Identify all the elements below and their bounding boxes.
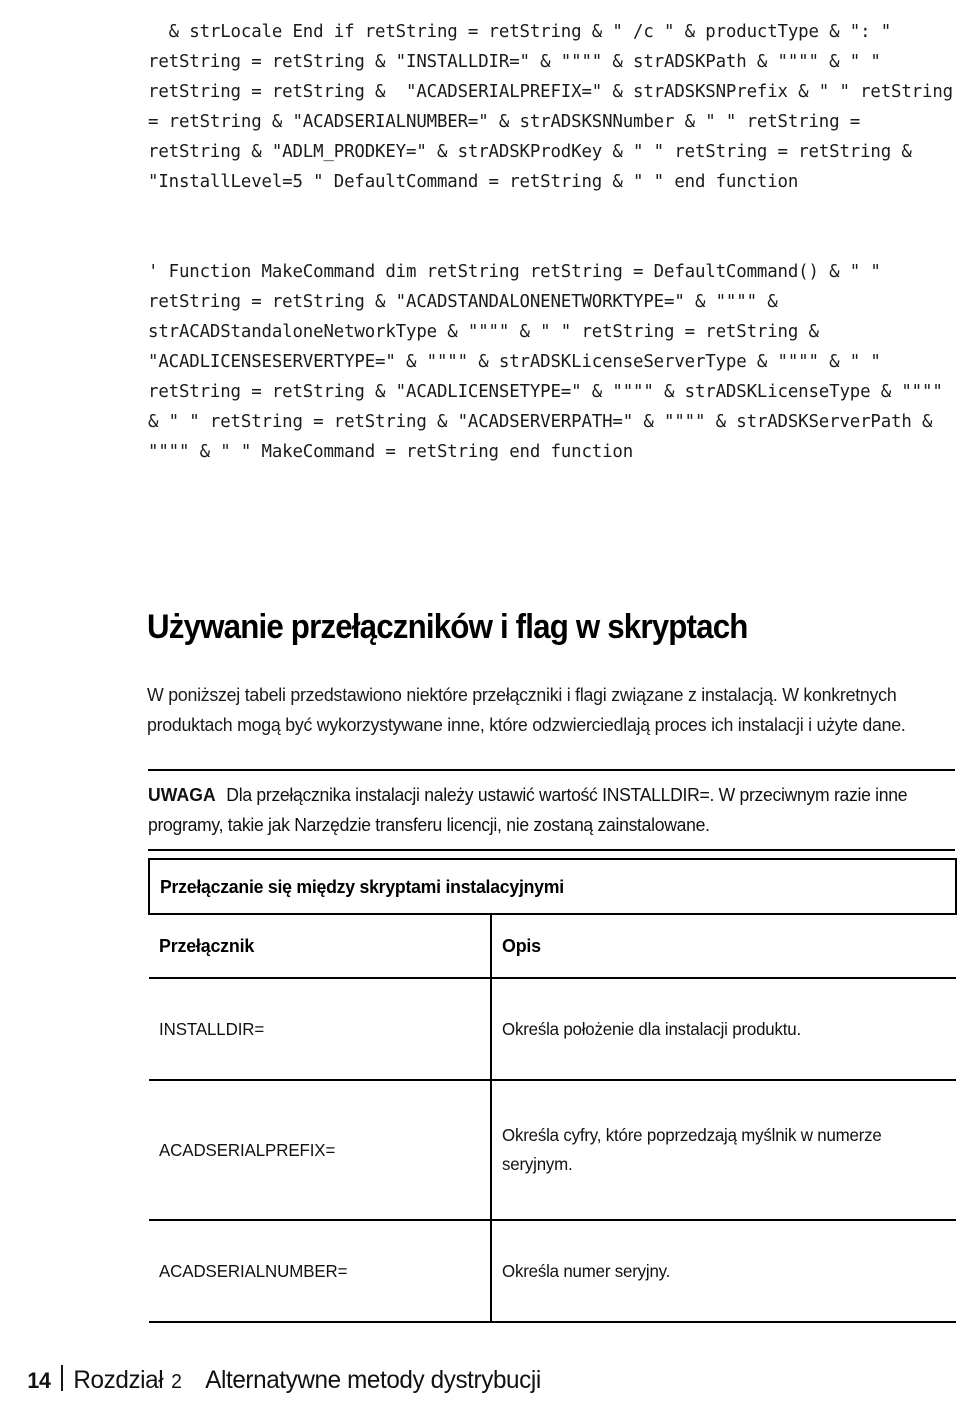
- table-row: ACADSERIALPREFIX= Określa cyfry, które p…: [149, 1080, 957, 1221]
- table-caption: Przełączanie się między skryptami instal…: [147, 858, 958, 915]
- table-cell-description: Określa cyfry, które poprzedzają myślnik…: [491, 1080, 957, 1221]
- document-page: & strLocale End if retString = retString…: [0, 0, 960, 1406]
- table-header-description: Opis: [491, 914, 957, 979]
- switch-name-acadserialnumber: ACADSERIALNUMBER=: [159, 1260, 348, 1281]
- footer-chapter-word: Rozdział: [73, 1366, 163, 1394]
- footer-chapter-title: Alternatywne metody dystrybucji: [205, 1366, 541, 1394]
- footer-page-number: 14: [27, 1368, 51, 1393]
- table-caption-text: Przełączanie się między skryptami instal…: [160, 875, 564, 897]
- switches-table-wrapper: Przełączanie się między skryptami instal…: [147, 858, 958, 1323]
- table-cell-switch: ACADSERIALPREFIX=: [149, 1080, 492, 1221]
- table-cell-description: Określa położenie dla instalacji produkt…: [491, 978, 957, 1081]
- switch-description-acadserialprefix: Określa cyfry, które poprzedzają myślnik…: [502, 1125, 882, 1174]
- switch-description-acadserialnumber: Określa numer seryjny.: [502, 1260, 671, 1281]
- switches-table: Przełączanie się między skryptami instal…: [147, 858, 958, 1323]
- table-caption-row: Przełączanie się między skryptami instal…: [147, 858, 958, 915]
- table-cell-switch: ACADSERIALNUMBER=: [149, 1220, 492, 1323]
- section-heading: Używanie przełączników i flag w skryptac…: [147, 607, 748, 646]
- switch-name-acadserialprefix: ACADSERIALPREFIX=: [159, 1139, 336, 1160]
- code-block-default-command: & strLocale End if retString = retString…: [148, 22, 953, 193]
- note-block: UWAGA Dla przełącznika instalacji należy …: [148, 769, 955, 851]
- table-header-switch-text: Przełącznik: [159, 935, 255, 956]
- switch-name-installdir: INSTALLDIR=: [159, 1018, 265, 1039]
- note-body: Dla przełącznika instalacji należy ustaw…: [148, 784, 908, 835]
- table-cell-description: Określa numer seryjny.: [491, 1220, 957, 1323]
- table-header-row: Przełącznik Opis: [149, 914, 957, 979]
- intro-paragraph: W poniższej tabeli przedstawiono niektór…: [147, 684, 906, 736]
- note-label: UWAGA: [148, 784, 216, 805]
- table-header-description-text: Opis: [502, 935, 541, 956]
- table-row: ACADSERIALNUMBER= Określa numer seryjny.: [149, 1220, 957, 1323]
- note-text: UWAGA Dla przełącznika instalacji należy …: [148, 780, 919, 840]
- table-cell-switch: INSTALLDIR=: [149, 978, 492, 1081]
- footer-chapter-number: 2: [171, 1371, 183, 1393]
- code-block-make-command: ' Function MakeCommand dim retString ret…: [148, 262, 953, 463]
- footer-divider: [61, 1365, 63, 1391]
- page-footer: 14 Rozdział 2 Alternatywne metody dystry…: [27, 1362, 546, 1395]
- switch-description-installdir: Określa położenie dla instalacji produkt…: [502, 1018, 801, 1039]
- table-row: INSTALLDIR= Określa położenie dla instal…: [149, 978, 957, 1081]
- table-header-switch: Przełącznik: [149, 914, 492, 979]
